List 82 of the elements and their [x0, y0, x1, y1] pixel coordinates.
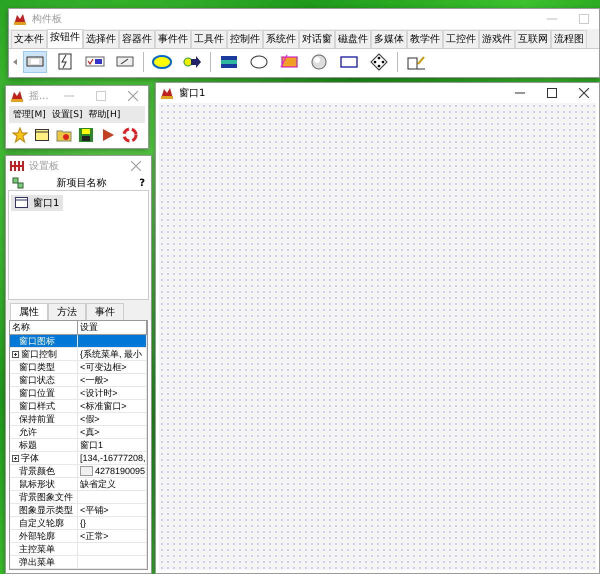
palette-app-icon — [13, 12, 27, 26]
window-icon — [15, 197, 28, 208]
color-swatch — [80, 466, 93, 476]
column-header: 名称 — [10, 321, 78, 335]
property-value[interactable]: <正常> — [78, 530, 147, 543]
property-name[interactable]: 允许 — [10, 426, 78, 439]
ok-button-icon[interactable] — [23, 51, 47, 73]
property-name[interactable]: 外部轮廓 — [10, 530, 78, 543]
star-icon[interactable] — [12, 127, 28, 143]
palette-tab[interactable]: 选择件 — [83, 30, 119, 48]
expand-icon[interactable] — [12, 350, 19, 358]
column-header: 新项目名称 — [56, 176, 108, 190]
play-icon[interactable] — [100, 127, 116, 143]
form-app-icon — [160, 86, 174, 100]
property-value[interactable]: {} — [78, 517, 147, 530]
window-title: 摇... — [29, 90, 50, 103]
property-value[interactable]: <标准窗口> — [78, 400, 147, 413]
property-name[interactable]: 保持前置 — [10, 413, 78, 426]
palette-tab[interactable]: 按钮件 — [47, 29, 83, 48]
floppy-icon[interactable] — [78, 127, 94, 143]
close-icon[interactable] — [579, 88, 589, 98]
property-name[interactable]: 自定义轮廓 — [10, 517, 78, 530]
property-name[interactable]: 图象显示类型 — [10, 504, 78, 517]
property-name[interactable]: 窗口样式 — [10, 400, 78, 413]
property-name[interactable]: 背景图象文件 — [10, 491, 78, 504]
palette-tab[interactable]: 工控件 — [443, 30, 479, 48]
property-name[interactable]: 标题 — [10, 439, 78, 452]
window-title: 窗口1 — [179, 86, 206, 100]
expand-icon[interactable] — [12, 454, 19, 462]
manager-app-icon — [10, 90, 24, 102]
palette-tab[interactable]: 流程图 — [551, 30, 587, 48]
menu-item[interactable]: 设置[S] — [52, 108, 83, 121]
property-name[interactable]: 窗口位置 — [10, 387, 78, 400]
property-name[interactable]: 窗口控制 — [10, 348, 78, 361]
property-value[interactable]: <设计时> — [78, 387, 147, 400]
palette-tab[interactable]: 工具件 — [191, 30, 227, 48]
palette-tab[interactable]: 互联网 — [515, 30, 551, 48]
window-icon[interactable] — [34, 127, 50, 143]
recycle-icon[interactable] — [122, 127, 138, 143]
column-header: 设置 — [78, 321, 147, 335]
property-value[interactable]: 4278190095 — [78, 465, 147, 478]
palette-tab[interactable]: 文本件 — [11, 30, 47, 48]
property-name[interactable]: 窗口图标 — [10, 335, 78, 348]
menu-item[interactable]: 管理[M] — [13, 108, 46, 121]
property-value[interactable]: <假> — [78, 413, 147, 426]
property-tab[interactable]: 事件 — [86, 303, 124, 320]
scroll-left-icon[interactable] — [13, 59, 17, 65]
palette-tab[interactable]: 控制件 — [227, 30, 263, 48]
property-value[interactable] — [78, 335, 147, 348]
menu-item[interactable]: 帮助[H] — [88, 108, 120, 121]
palette-tab[interactable]: 磁盘件 — [335, 30, 371, 48]
help-button[interactable]: ? — [139, 178, 145, 188]
property-name[interactable]: 字体 — [10, 452, 78, 465]
property-value[interactable]: {系统菜单, 最小 — [78, 348, 147, 361]
palette-tab[interactable]: 系统件 — [263, 30, 299, 48]
property-name[interactable]: 背景颜色 — [10, 465, 78, 478]
property-value[interactable]: 窗口1 — [78, 439, 147, 452]
palette-tab[interactable]: 游戏件 — [479, 30, 515, 48]
panel-app-icon — [10, 160, 24, 172]
palette-tab[interactable]: 容器件 — [119, 30, 155, 48]
window-title: 构件板 — [32, 12, 63, 26]
palette-tab[interactable]: 多媒体 — [371, 30, 407, 48]
window-title: 设置板 — [29, 160, 60, 173]
property-name[interactable]: 弹出菜单 — [10, 556, 78, 569]
property-name[interactable]: 鼠标形状 — [10, 478, 78, 491]
property-value[interactable]: <平铺> — [78, 504, 147, 517]
refresh-icon[interactable] — [12, 177, 24, 189]
property-name[interactable]: 主控菜单 — [10, 543, 78, 556]
maximize-icon[interactable] — [547, 88, 557, 98]
property-value[interactable]: <真> — [78, 426, 147, 439]
palette-tab[interactable]: 对话窗 — [299, 30, 335, 48]
property-tab[interactable]: 方法 — [48, 303, 86, 320]
property-name[interactable]: 窗口类型 — [10, 361, 78, 374]
property-tab[interactable]: 属性 — [10, 303, 48, 320]
property-value[interactable]: <可变边框> — [78, 361, 147, 374]
property-value[interactable]: <一般> — [78, 374, 147, 387]
property-value[interactable]: [134,-16777208, — [78, 452, 147, 465]
palette-tab[interactable]: 教学件 — [407, 30, 443, 48]
property-value[interactable]: 缺省定义 — [78, 478, 147, 491]
property-name[interactable]: 窗口状态 — [10, 374, 78, 387]
palette-tab[interactable]: 事件件 — [155, 30, 191, 48]
list-item[interactable]: 窗口1 — [11, 194, 64, 210]
